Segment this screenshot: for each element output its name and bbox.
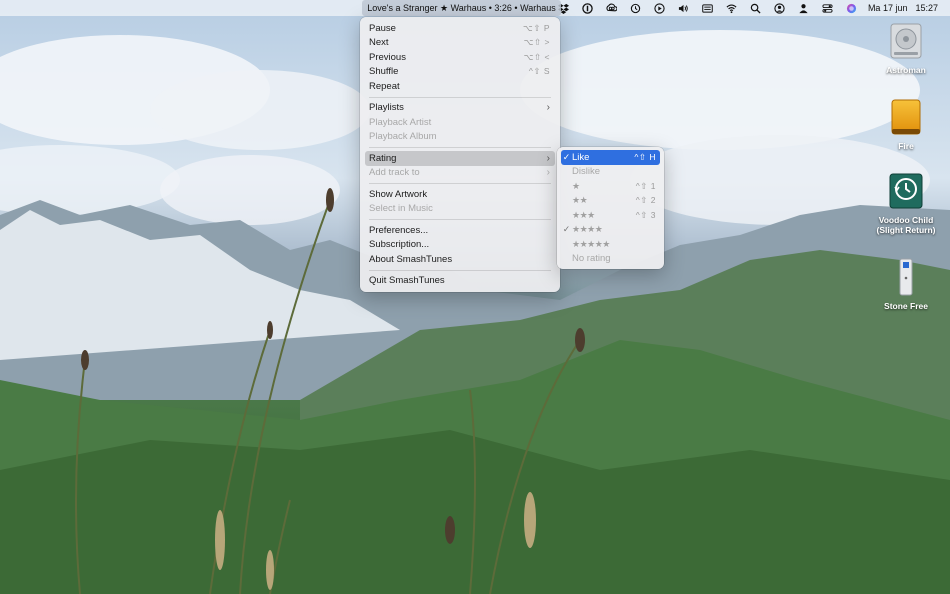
menu-item-label: About SmashTunes	[369, 253, 453, 265]
user-circle-icon[interactable]	[768, 0, 792, 16]
menu-item-about[interactable]: About SmashTunes	[365, 252, 555, 267]
menu-item-next[interactable]: Next ⌥⇧ >	[365, 36, 555, 51]
menu-item-label: Next	[369, 37, 389, 49]
desktop-icon-label: Voodoo Child (Slight Return)	[876, 215, 936, 235]
rating-item-label: Dislike	[572, 166, 600, 178]
desktop-icon-label: Fire	[898, 141, 914, 151]
menu-bar: Love's a Stranger ★ Warhaus • 3:26 • War…	[0, 0, 950, 16]
menu-item-label: Add track to	[369, 167, 420, 179]
menu-item-previous[interactable]: Previous ⌥⇧ <	[365, 50, 555, 65]
menu-item-playlists[interactable]: Playlists ›	[365, 101, 555, 116]
menu-item-label: Shuffle	[369, 66, 399, 78]
time-machine-icon[interactable]	[624, 0, 648, 16]
menu-item-subscription[interactable]: Subscription...	[365, 238, 555, 253]
menu-item-label: Subscription...	[369, 239, 430, 251]
menubar-clock[interactable]: Ma 17 jun 15:27	[868, 3, 938, 13]
menu-item-shortcut: ⌥⇧ P	[523, 22, 550, 33]
smashtunes-menu: Pause ⌥⇧ P Next ⌥⇧ > Previous ⌥⇧ < Shuff…	[360, 17, 560, 292]
volume-icon[interactable]	[672, 0, 696, 16]
star-rating-icon: ★★★	[572, 209, 595, 220]
play-icon[interactable]	[648, 0, 672, 16]
usb-drive-icon	[886, 256, 926, 298]
star-rating-icon: ★★	[572, 195, 588, 206]
chevron-right-icon: ›	[546, 167, 550, 179]
menu-item-label: Previous	[369, 51, 406, 63]
chevron-right-icon: ›	[546, 102, 550, 114]
menu-item-label: Show Artwork	[369, 188, 428, 200]
clock-time: 15:27	[915, 3, 938, 13]
time-machine-drive-icon	[886, 170, 926, 212]
rating-item-one-star[interactable]: ★ ^⇧ 1	[561, 179, 660, 194]
star-rating-icon: ★★★★★	[572, 238, 610, 249]
keyboard-input-icon[interactable]	[696, 0, 720, 16]
menu-separator	[369, 219, 551, 220]
menu-item-select-in-music: Select in Music	[365, 202, 555, 217]
menu-item-label: Playlists	[369, 102, 404, 114]
rating-item-two-star[interactable]: ★★ ^⇧ 2	[561, 194, 660, 209]
rating-item-five-star[interactable]: ★★★★★	[561, 237, 660, 252]
desktop-icon-stone-free[interactable]: Stone Free	[871, 256, 941, 311]
desktop-icon-label: Stone Free	[884, 301, 928, 311]
desktop-icon-astroman[interactable]: Astroman	[871, 20, 941, 75]
rating-item-label: Like	[572, 151, 590, 163]
rating-item-like[interactable]: ✓ Like ^⇧ H	[561, 150, 660, 165]
rating-item-four-star[interactable]: ✓ ★★★★	[561, 223, 660, 238]
menu-separator	[369, 183, 551, 184]
spotlight-icon[interactable]	[744, 0, 768, 16]
checkmark-icon: ✓	[562, 224, 571, 235]
menu-item-label: Playback Artist	[369, 116, 432, 128]
rating-item-shortcut: ^⇧ 1	[635, 180, 656, 191]
menu-item-playback-album: Playback Album	[365, 130, 555, 145]
external-drive-icon	[886, 96, 926, 138]
menu-separator	[369, 147, 551, 148]
user-icon[interactable]	[792, 0, 816, 16]
star-rating-icon: ★	[572, 180, 580, 191]
hard-drive-icon	[886, 20, 926, 62]
star-rating-icon: ★★★★	[572, 224, 603, 235]
menu-separator	[369, 96, 551, 98]
menu-item-rating[interactable]: Rating ›	[365, 151, 555, 166]
menu-item-label: Select in Music	[369, 203, 433, 215]
menu-item-label: Quit SmashTunes	[369, 275, 445, 287]
menu-item-label: Rating	[369, 152, 397, 164]
desktop-icon-label: Astroman	[886, 65, 926, 75]
menu-item-show-artwork[interactable]: Show Artwork	[365, 187, 555, 202]
chevron-right-icon: ›	[546, 152, 550, 164]
menu-item-preferences[interactable]: Preferences...	[365, 223, 555, 238]
menu-item-shortcut: ^⇧ S	[528, 66, 550, 77]
clock-date: Ma 17 jun	[867, 3, 908, 13]
creative-cloud-icon[interactable]	[600, 0, 624, 16]
rating-item-three-star[interactable]: ★★★ ^⇧ 3	[561, 208, 660, 223]
desktop-icon-voodoo-child[interactable]: Voodoo Child (Slight Return)	[871, 170, 941, 235]
rating-item-shortcut: ^⇧ 3	[635, 209, 656, 220]
menu-item-add-track-to: Add track to ›	[365, 166, 555, 181]
siri-icon[interactable]	[840, 0, 864, 16]
menu-item-shortcut: ⌥⇧ >	[523, 37, 550, 48]
menu-item-quit[interactable]: Quit SmashTunes	[365, 274, 555, 289]
desktop-icon-fire[interactable]: Fire	[871, 96, 941, 151]
menu-item-repeat[interactable]: Repeat	[365, 79, 555, 94]
menu-item-playback-artist: Playback Artist	[365, 115, 555, 130]
now-playing-menu-extra[interactable]: Love's a Stranger ★ Warhaus • 3:26 • War…	[362, 0, 561, 16]
rating-item-dislike: Dislike	[561, 165, 660, 180]
wifi-icon[interactable]	[720, 0, 744, 16]
checkmark-icon: ✓	[562, 151, 571, 162]
onepassword-icon[interactable]	[576, 0, 600, 16]
menu-item-shortcut: ⌥⇧ <	[523, 51, 550, 62]
status-icons	[552, 0, 864, 16]
rating-item-shortcut: ^⇧ 2	[635, 195, 656, 206]
menu-item-label: Playback Album	[369, 131, 437, 143]
menu-item-label: Pause	[369, 22, 396, 34]
menu-separator	[369, 269, 551, 271]
menu-item-shuffle[interactable]: Shuffle ^⇧ S	[365, 65, 555, 80]
rating-item-shortcut: ^⇧ H	[634, 151, 656, 162]
rating-item-label: No rating	[572, 253, 611, 265]
menu-item-label: Preferences...	[369, 224, 429, 236]
rating-item-no-rating: No rating	[561, 252, 660, 267]
menu-item-label: Repeat	[369, 80, 400, 92]
rating-submenu: ✓ Like ^⇧ H Dislike ★ ^⇧ 1 ★★ ^⇧ 2 ★★★ ^⇧…	[557, 147, 664, 269]
menu-item-pause[interactable]: Pause ⌥⇧ P	[365, 21, 555, 36]
control-center-icon[interactable]	[816, 0, 840, 16]
